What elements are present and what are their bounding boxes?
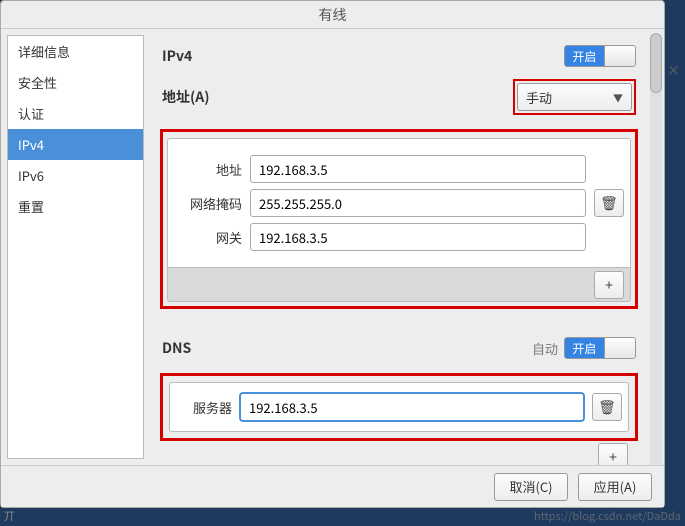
sidebar-item-ipv4[interactable]: IPv4 [8,129,143,160]
dns-header: DNS 自动 开启 [160,325,638,371]
toggle-knob [604,46,635,66]
watermark: https://blog.csdn.net/DaDda [534,508,681,524]
delete-address-button[interactable]: 🗑 [594,189,624,217]
gateway-input[interactable] [250,223,586,251]
address-method-dropdown[interactable]: 手动 ▼ [517,83,632,111]
toggle-knob [604,338,635,358]
address-input[interactable] [250,155,586,183]
dns-server-input[interactable] [240,393,584,421]
dialog-footer: 取消(C) 应用(A) [1,465,664,507]
address-group: 地址 网络掩码 🗑 网关 [160,129,638,309]
dns-server-label: 服务器 [176,398,232,417]
window-title: 有线 [1,1,664,29]
sidebar-item-details[interactable]: 详细信息 [8,36,143,67]
netmask-label: 网络掩码 [174,194,242,213]
plus-icon: + [609,447,617,465]
page-fragment: 丌 [4,508,15,524]
sidebar-item-auth[interactable]: 认证 [8,98,143,129]
ipv4-label: IPv4 [162,46,192,66]
scrollbar-thumb[interactable] [650,33,662,93]
sidebar-item-reset[interactable]: 重置 [8,191,143,222]
dialog-body: 详细信息 安全性 认证 IPv4 IPv6 重置 IPv4 开启 [1,29,664,465]
netmask-input[interactable] [250,189,586,217]
address-header: 地址(A) 手动 ▼ [160,79,638,127]
close-icon[interactable]: × [667,60,681,74]
address-method-value: 手动 [526,88,552,107]
ipv4-settings-panel: IPv4 开启 地址(A) 手动 ▼ [150,29,664,465]
dns-auto-label: 自动 [532,339,558,358]
delete-dns-button[interactable]: 🗑 [592,393,622,421]
dns-group: 服务器 🗑 [160,373,638,441]
address-add-bar: + [167,268,631,302]
sidebar-item-ipv6[interactable]: IPv6 [8,160,143,191]
cancel-button[interactable]: 取消(C) [494,473,568,501]
ipv4-header: IPv4 开启 [160,33,638,79]
toggle-on-label: 开启 [565,46,604,66]
toggle-on-label: 开启 [565,338,604,358]
plus-icon: + [605,275,613,295]
address-label: 地址 [174,160,242,179]
scrollbar[interactable] [650,33,662,465]
add-dns-button[interactable]: + [598,443,628,465]
trash-icon: 🗑 [598,397,616,417]
add-address-button[interactable]: + [594,271,624,299]
dns-label: DNS [162,338,191,358]
settings-dialog: 有线 详细信息 安全性 认证 IPv4 IPv6 重置 IPv4 开启 [0,0,665,508]
address-section-label: 地址(A) [162,87,210,107]
sidebar-item-security[interactable]: 安全性 [8,67,143,98]
gateway-label: 网关 [174,228,242,247]
dns-add-bar: + [160,441,638,465]
apply-button[interactable]: 应用(A) [578,473,652,501]
chevron-down-icon: ▼ [613,90,623,105]
trash-icon: 🗑 [600,193,618,213]
dns-toggle[interactable]: 开启 [564,337,636,359]
settings-sidebar: 详细信息 安全性 认证 IPv4 IPv6 重置 [7,35,144,459]
ipv4-toggle[interactable]: 开启 [564,45,636,67]
